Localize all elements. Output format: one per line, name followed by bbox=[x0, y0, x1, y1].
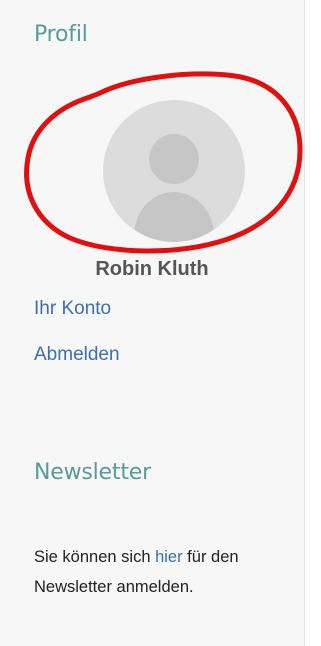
newsletter-text-before: Sie können sich bbox=[34, 548, 156, 566]
content-edge bbox=[305, 0, 321, 646]
logout-link[interactable]: Abmelden bbox=[34, 344, 120, 366]
newsletter-signup-link[interactable]: hier bbox=[155, 548, 183, 566]
user-avatar-icon bbox=[103, 100, 245, 242]
profile-heading: Profil bbox=[34, 22, 88, 47]
newsletter-text: Sie können sich hier für den Newsletter … bbox=[34, 542, 304, 602]
user-name: Robin Kluth bbox=[95, 258, 209, 280]
account-link[interactable]: Ihr Konto bbox=[34, 298, 111, 320]
newsletter-heading: Newsletter bbox=[34, 460, 151, 485]
sidebar-panel: Profil Robin Kluth Ihr Konto Abmelden Ne… bbox=[0, 0, 305, 646]
